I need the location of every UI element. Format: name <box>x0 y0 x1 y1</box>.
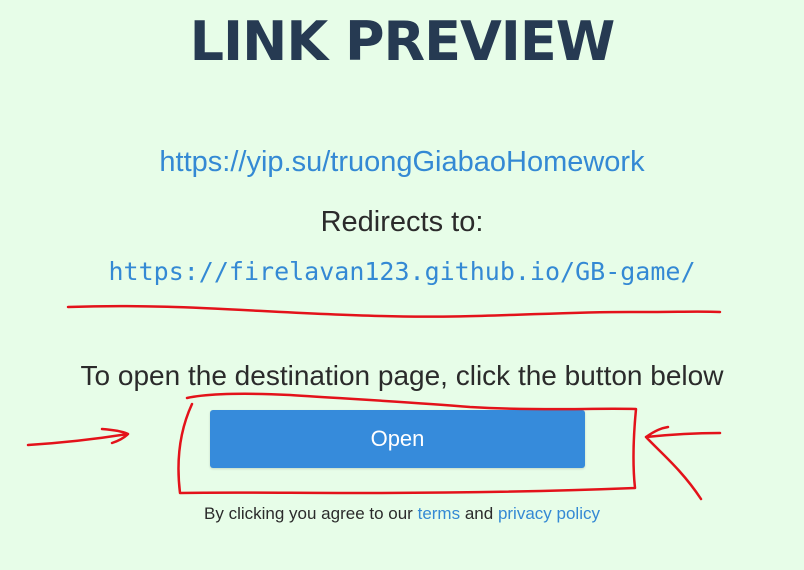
url-underline-annotation <box>66 304 722 318</box>
agreement-prefix: By clicking you agree to our <box>204 504 413 523</box>
redirects-label: Redirects to: <box>320 206 484 238</box>
privacy-policy-link[interactable]: privacy policy <box>498 504 600 523</box>
right-arrow-annotation <box>644 425 722 501</box>
page-title: LINK PREVIEW <box>189 10 616 73</box>
short-url-link[interactable]: https://yip.su/truongGiabaoHomework <box>0 146 804 179</box>
open-button[interactable]: Open <box>210 410 585 468</box>
terms-link[interactable]: terms <box>418 504 461 523</box>
left-arrow-annotation <box>26 427 130 447</box>
destination-url: https://firelavan123.github.io/GB-game/ <box>108 257 696 286</box>
instruction-text: To open the destination page, click the … <box>80 360 724 391</box>
agreement-and: and <box>464 504 494 523</box>
agreement-text: By clicking you agree to our terms and p… <box>0 504 804 524</box>
link-preview-page: LINK PREVIEW https://yip.su/truongGiabao… <box>0 0 804 570</box>
